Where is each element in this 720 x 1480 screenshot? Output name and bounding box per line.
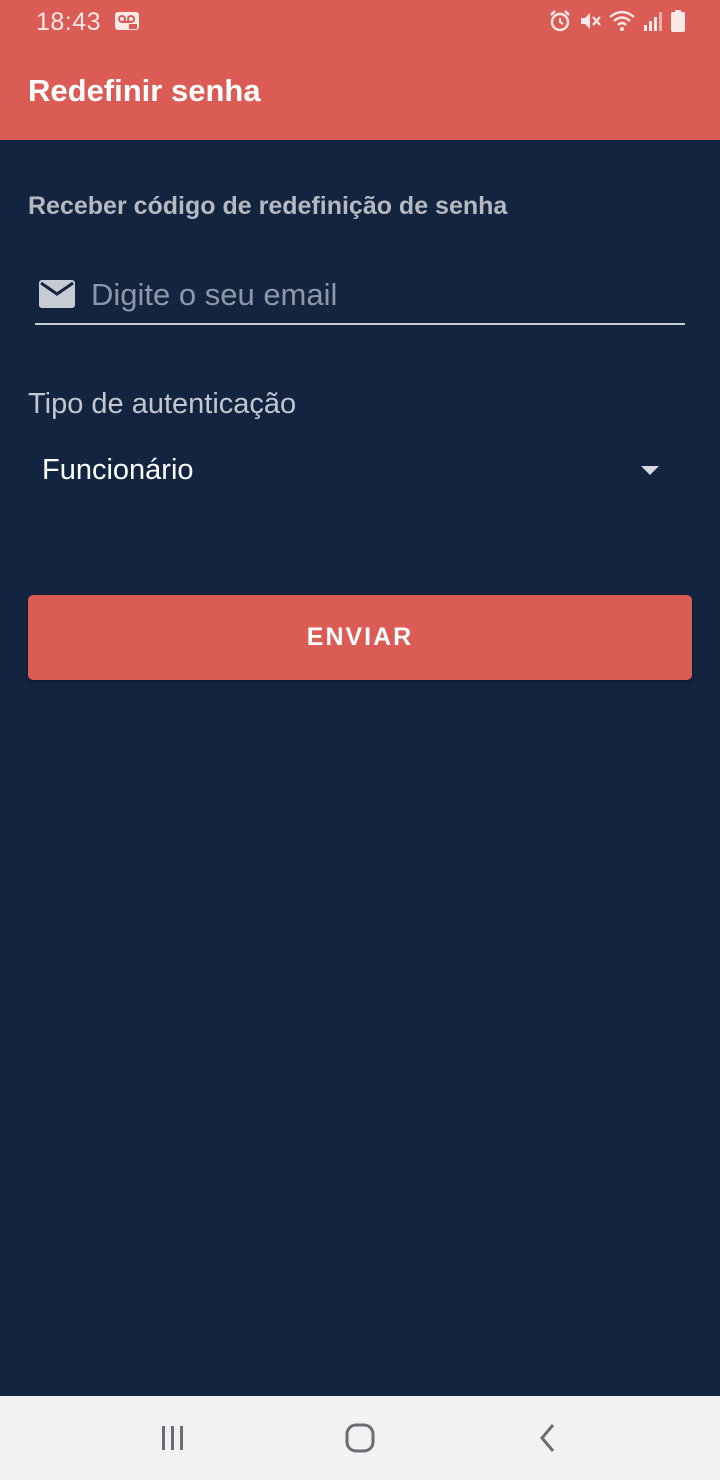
- battery-icon: [670, 9, 686, 33]
- submit-button[interactable]: ENVIAR: [28, 595, 692, 680]
- reset-code-heading: Receber código de redefinição de senha: [28, 192, 508, 220]
- wifi-icon: [608, 9, 636, 33]
- status-bar: 18:43: [0, 0, 720, 42]
- email-field[interactable]: [35, 268, 685, 325]
- auth-type-selected-value: Funcionário: [42, 454, 194, 486]
- voicemail-icon: [114, 11, 140, 36]
- email-input[interactable]: [91, 270, 671, 320]
- system-nav-bar: [0, 1396, 720, 1480]
- auth-type-select[interactable]: Funcionário: [28, 440, 678, 502]
- page-title: Redefinir senha: [28, 73, 261, 108]
- home-icon[interactable]: [330, 1418, 390, 1458]
- status-time: 18:43: [36, 8, 102, 36]
- app-bar: Redefinir senha: [0, 42, 720, 140]
- mail-icon: [39, 280, 75, 313]
- alarm-icon: [548, 9, 572, 33]
- signal-icon: [642, 9, 664, 33]
- auth-type-label: Tipo de autenticação: [28, 388, 297, 420]
- recents-icon[interactable]: [143, 1418, 203, 1458]
- mute-icon: [578, 9, 602, 33]
- caret-down-icon: [640, 464, 660, 482]
- back-icon[interactable]: [518, 1418, 578, 1458]
